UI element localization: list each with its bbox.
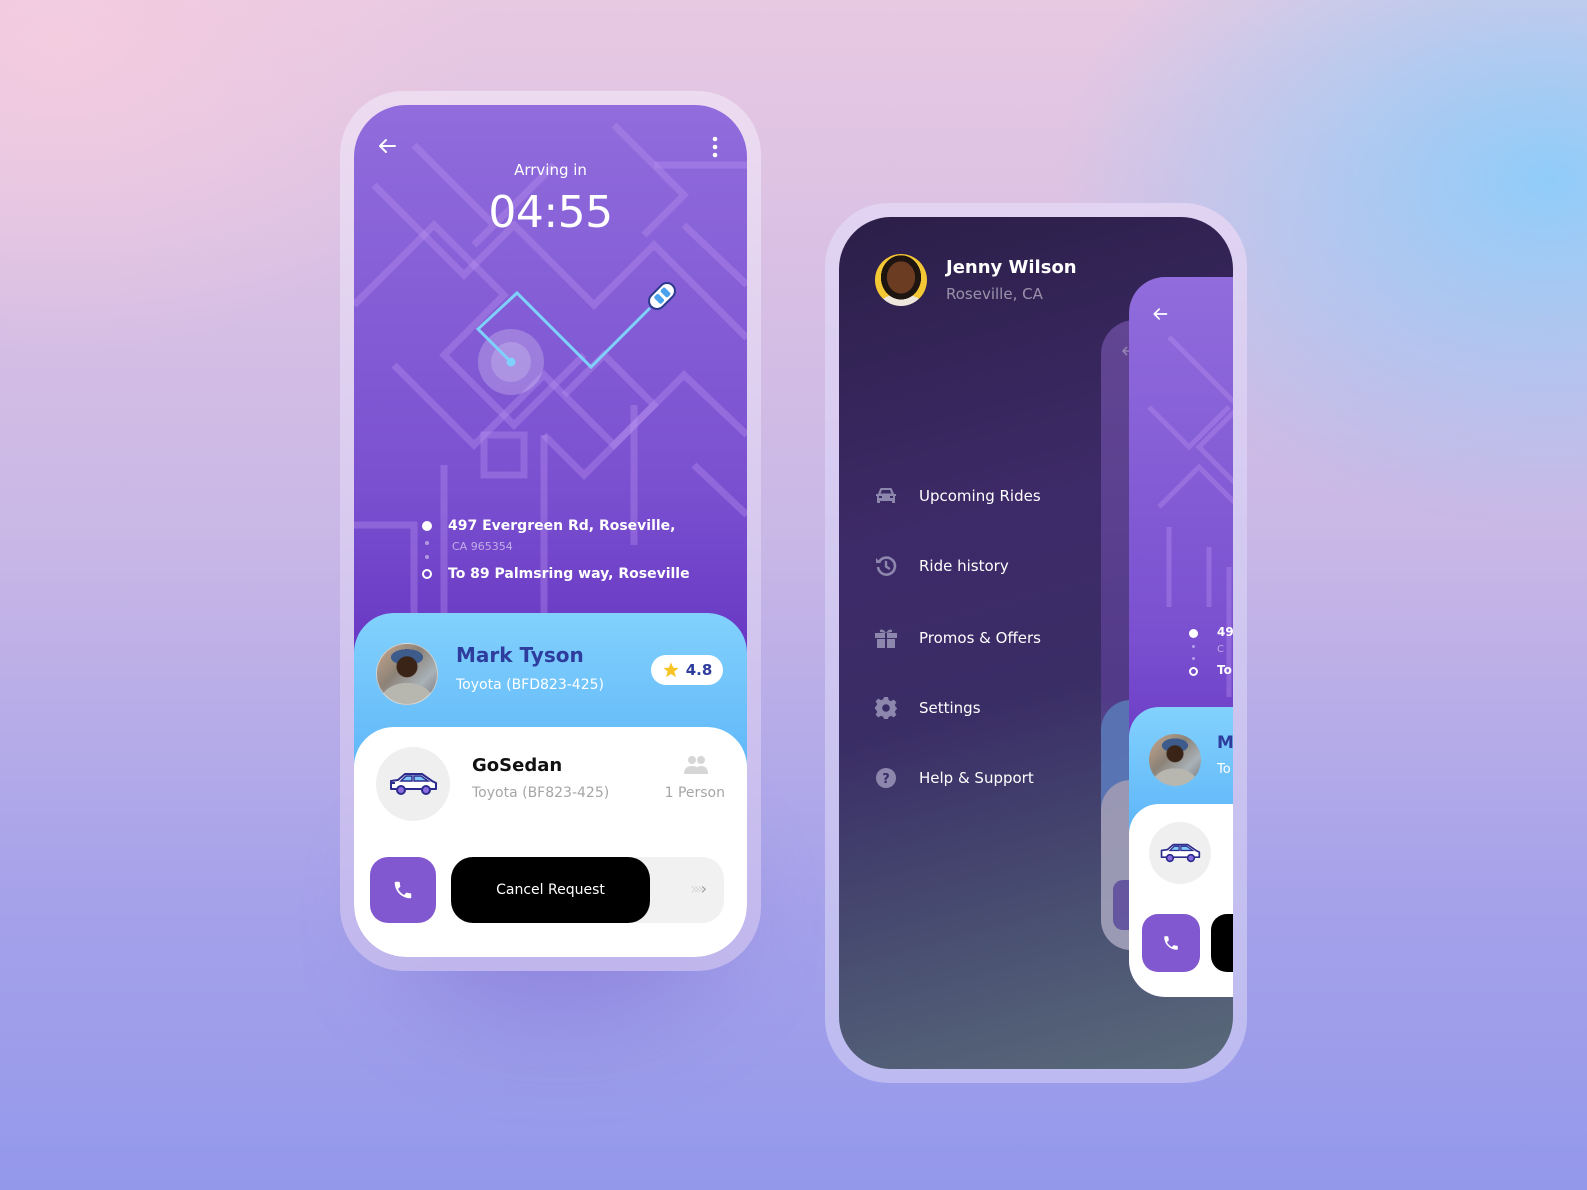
back-arrow-icon[interactable] (1151, 305, 1169, 323)
phone-icon (1164, 936, 1178, 950)
back-arrow-icon[interactable] (376, 135, 398, 157)
gear-icon (873, 696, 899, 720)
menu-label: Upcoming Rides (919, 487, 1041, 505)
menu-item-help-support[interactable]: ? Help & Support (873, 763, 1041, 793)
slide-chevrons-icon: ›››› (690, 879, 707, 898)
arriving-label: Arrving in (514, 161, 587, 179)
peek-dest-text: To (1217, 663, 1232, 677)
phone-icon (394, 881, 412, 899)
driver-avatar (376, 643, 438, 705)
peek-car-thumbnail (1149, 822, 1211, 884)
peek-call-button[interactable] (1142, 914, 1200, 972)
car-thumbnail (376, 747, 450, 821)
profile-location: Roseville, CA (946, 285, 1043, 303)
route-connector: CA 965354 (422, 537, 722, 563)
more-vertical-icon[interactable] (711, 135, 719, 159)
peek-pickup-sub: C (1217, 644, 1224, 655)
passenger-count: 1 Person (664, 785, 725, 801)
destination-dot-icon (422, 569, 432, 579)
route-summary: 497 Evergreen Rd, Roseville, CA 965354 T… (422, 515, 722, 585)
pickup-dot-icon (422, 521, 432, 531)
sedan-car-icon (390, 773, 437, 795)
gift-icon (873, 626, 899, 650)
car-icon (873, 484, 899, 508)
driver-rating-badge: 4.8 (651, 655, 723, 685)
profile-avatar[interactable] (875, 254, 927, 306)
peek-driver-name: M (1217, 733, 1233, 753)
sedan-car-icon (1160, 843, 1201, 863)
star-icon (663, 662, 679, 678)
driver-car-plate: Toyota (BFD823-425) (456, 677, 604, 693)
peek-driver-avatar (1149, 734, 1201, 786)
peek-cancel-button[interactable] (1211, 914, 1233, 972)
destination-row: To 89 Palmsring way, Roseville (422, 563, 722, 585)
pickup-address-line2: CA 965354 (452, 540, 513, 553)
cancel-slide-track[interactable]: Cancel Request ›››› (451, 857, 724, 923)
ride-car-plate: Toyota (BF823-425) (472, 785, 610, 801)
pickup-address: 497 Evergreen Rd, Roseville, (448, 518, 676, 534)
destination-address: To 89 Palmsring way, Roseville (448, 566, 690, 582)
rating-value: 4.8 (685, 661, 713, 679)
menu-item-ride-history[interactable]: Ride history (873, 551, 1041, 581)
peek-driver-car: To (1217, 762, 1231, 777)
menu-item-settings[interactable]: Settings (873, 693, 1041, 723)
menu-label: Ride history (919, 557, 1009, 575)
menu-label: Promos & Offers (919, 629, 1041, 647)
peek-ride-card (1129, 804, 1233, 997)
driver-name: Mark Tyson (456, 643, 584, 667)
menu-label: Help & Support (919, 769, 1034, 787)
menu-label: Settings (919, 699, 981, 717)
menu-item-upcoming-rides[interactable]: Upcoming Rides (873, 481, 1041, 511)
car-marker-icon (648, 282, 676, 310)
peek-trip-screen[interactable]: 49 C To M To (1129, 277, 1233, 997)
side-menu-screen: Jenny Wilson Roseville, CA Upcoming Ride… (839, 217, 1233, 1069)
trip-tracking-screen: Arrving in 04:55 497 Evergreen Rd, Rosev… (354, 105, 747, 957)
help-circle-icon: ? (873, 766, 899, 790)
call-driver-button[interactable] (370, 857, 436, 923)
people-icon (684, 756, 708, 774)
peek-pickup-text: 49 (1217, 625, 1233, 639)
pickup-row: 497 Evergreen Rd, Roseville, (422, 515, 722, 537)
profile-name: Jenny Wilson (946, 257, 1077, 278)
cancel-request-button[interactable]: Cancel Request (451, 857, 650, 923)
ride-type: GoSedan (472, 755, 563, 776)
menu-item-promos-offers[interactable]: Promos & Offers (873, 623, 1041, 653)
ride-details-card: GoSedan Toyota (BF823-425) 1 Person Canc… (354, 727, 747, 957)
svg-text:?: ? (882, 772, 890, 787)
arrival-countdown: 04:55 (488, 187, 613, 238)
pickup-dot (506, 357, 516, 367)
side-menu: Upcoming Rides Ride history Promos & Off… (873, 481, 1041, 833)
history-icon (873, 554, 899, 578)
